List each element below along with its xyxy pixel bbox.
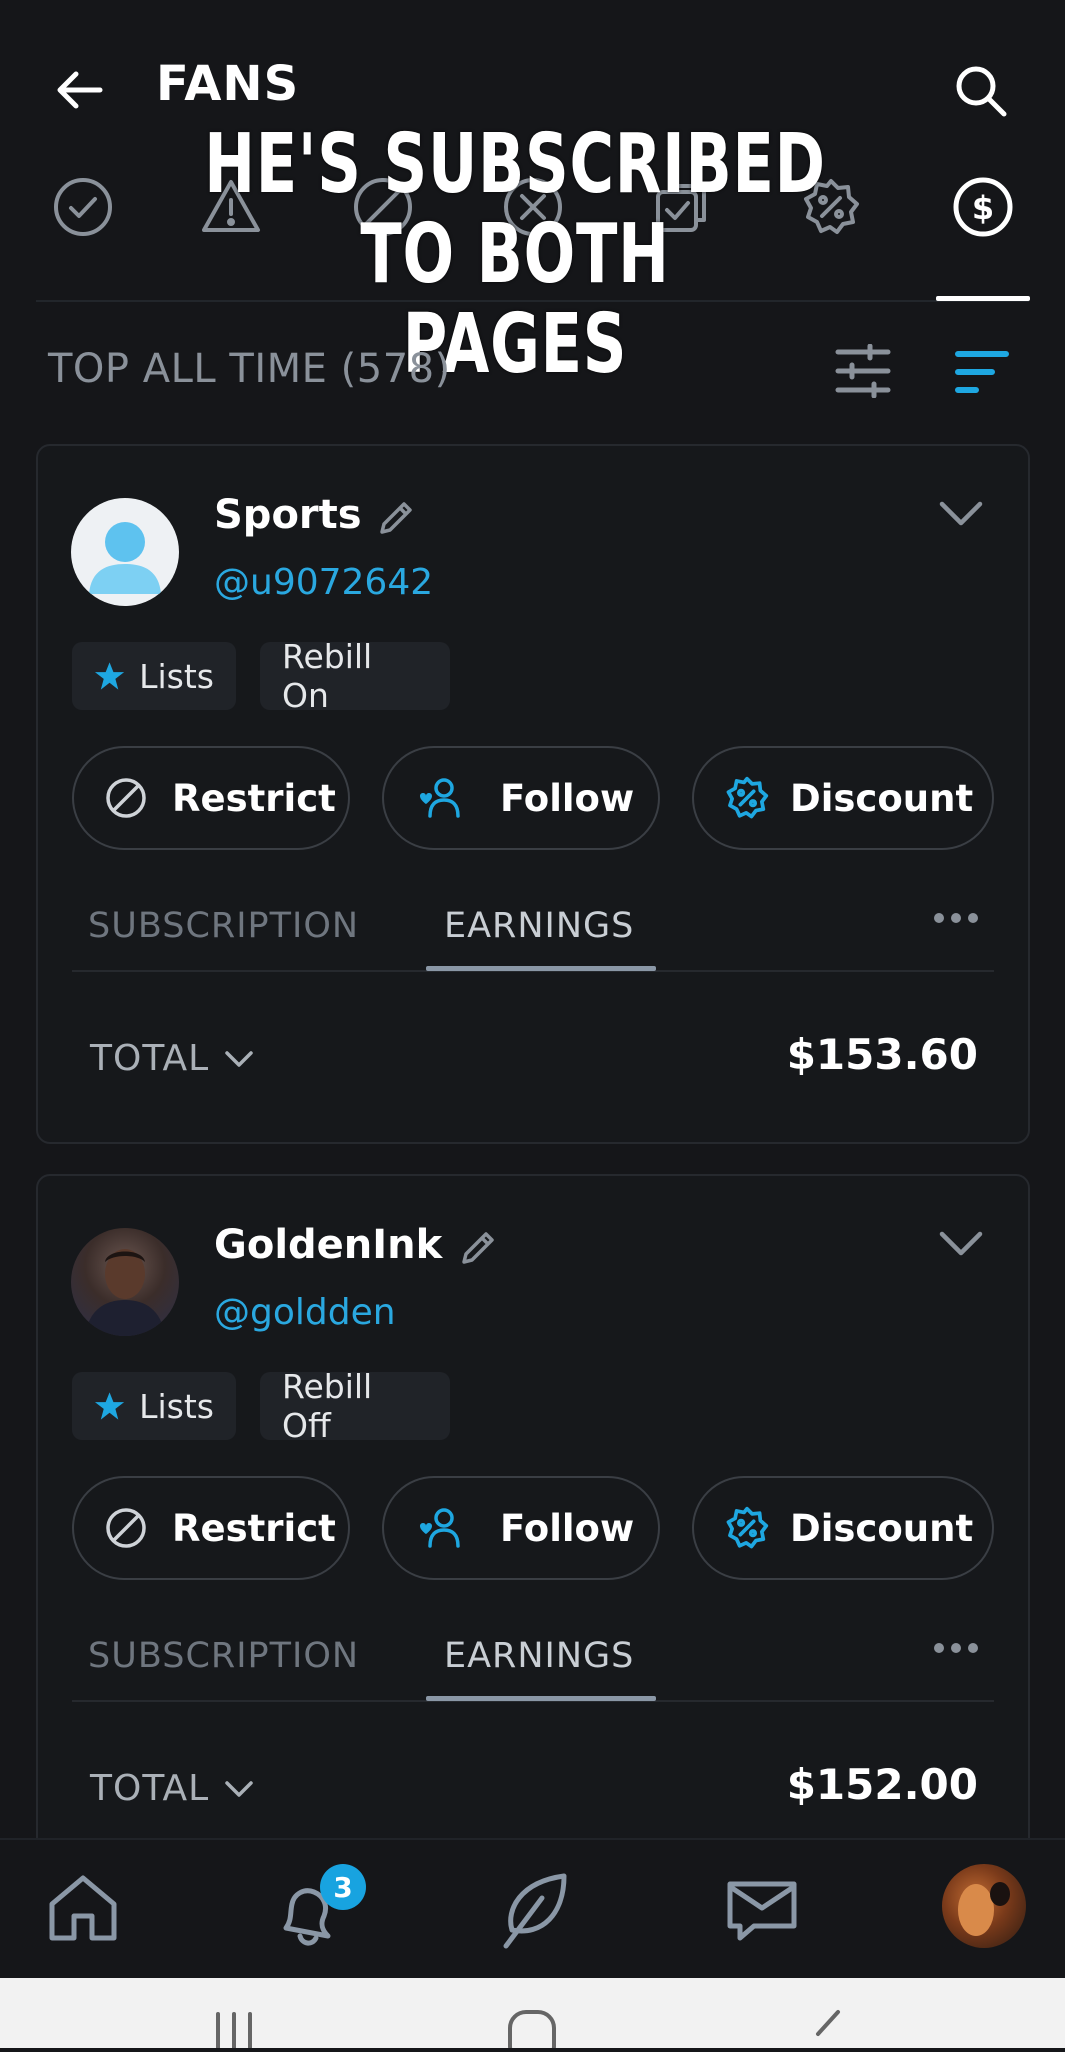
follow-label: Follow: [500, 1506, 635, 1550]
rebill-status: Rebill On: [260, 637, 450, 715]
edit-name-icon[interactable]: [456, 1226, 500, 1270]
chevron-down-icon[interactable]: [938, 1228, 984, 1262]
total-toggle[interactable]: TOTAL: [90, 1038, 255, 1079]
chevron-down-icon: [225, 1050, 253, 1067]
system-nav-bar: [0, 1978, 1065, 2052]
discount-icon: [726, 1506, 769, 1549]
filter-earnings-icon[interactable]: $: [952, 176, 1014, 242]
rebill-status: Rebill Off: [260, 1367, 450, 1445]
follow-button[interactable]: Follow: [382, 1476, 660, 1580]
lists-pill[interactable]: Lists: [72, 642, 236, 710]
fan-handle[interactable]: @goldden: [214, 1292, 396, 1333]
page-title: FANS: [156, 56, 300, 112]
follow-user-icon: [420, 778, 460, 818]
rebill-label: Rebill Off: [282, 1367, 373, 1445]
fan-name: GoldenInk: [214, 1222, 443, 1268]
bottom-nav: 3: [0, 1838, 1065, 1980]
notification-badge: 3: [320, 1864, 366, 1910]
restrict-label: Restrict: [172, 776, 336, 820]
chevron-down-icon: [225, 1780, 253, 1797]
discount-button[interactable]: Discount: [692, 1476, 994, 1580]
star-icon: [94, 1392, 125, 1420]
restrict-icon: [106, 1508, 146, 1548]
follow-label: Follow: [500, 776, 635, 820]
add-post-leaf-icon[interactable]: [498, 1870, 572, 1954]
fan-handle[interactable]: @u9072642: [214, 562, 433, 603]
restrict-button[interactable]: Restrict: [72, 1476, 350, 1580]
total-toggle[interactable]: TOTAL: [90, 1768, 255, 1809]
total-label: TOTAL: [90, 1768, 210, 1809]
rebill-label: Rebill On: [282, 637, 373, 715]
tab-earnings[interactable]: EARNINGS: [444, 1636, 634, 1676]
filter-active-icon[interactable]: [52, 176, 114, 242]
home-icon[interactable]: [46, 1870, 120, 1948]
caption-line-1: HE'S SUBSCRIBED TO BOTH: [204, 117, 826, 302]
restrict-label: Restrict: [172, 1506, 336, 1550]
star-icon: [94, 662, 125, 690]
fan-card: GoldenInk @goldden Lists Rebill Off Rest…: [36, 1174, 1030, 1874]
messages-icon[interactable]: [724, 1876, 800, 1950]
recent-apps-icon[interactable]: [212, 2008, 256, 2052]
home-button-icon[interactable]: [506, 2008, 558, 2052]
back-button-icon[interactable]: [808, 2008, 848, 2052]
follow-button[interactable]: Follow: [382, 746, 660, 850]
fan-name: Sports: [214, 492, 362, 538]
fan-card: Sports @u9072642 Lists Rebill On Restric…: [36, 444, 1030, 1144]
earnings-tab-underline: [426, 966, 656, 971]
lists-label: Lists: [139, 1386, 214, 1426]
discount-label: Discount: [790, 1506, 974, 1550]
search-icon[interactable]: [952, 62, 1010, 120]
tab-earnings[interactable]: EARNINGS: [444, 906, 634, 946]
lists-pill[interactable]: Lists: [72, 1372, 236, 1440]
avatar[interactable]: [71, 1228, 179, 1336]
lists-label: Lists: [139, 656, 214, 696]
active-tab-indicator: [936, 296, 1030, 301]
chevron-down-icon[interactable]: [938, 498, 984, 532]
edit-name-icon[interactable]: [374, 496, 418, 540]
avatar[interactable]: [71, 498, 179, 606]
sliders-icon[interactable]: [834, 344, 892, 398]
discount-icon: [726, 776, 769, 819]
restrict-button[interactable]: Restrict: [72, 746, 350, 850]
earnings-tab-underline: [426, 1696, 656, 1701]
profile-avatar[interactable]: [942, 1864, 1026, 1948]
back-arrow-icon[interactable]: [52, 62, 108, 118]
svg-text:$: $: [972, 189, 994, 227]
tab-subscription[interactable]: SUBSCRIPTION: [88, 1636, 359, 1676]
sort-icon[interactable]: [954, 348, 1010, 396]
discount-button[interactable]: Discount: [692, 746, 994, 850]
tab-subscription[interactable]: SUBSCRIPTION: [88, 906, 359, 946]
total-label: TOTAL: [90, 1038, 210, 1079]
follow-user-icon: [420, 1508, 460, 1548]
total-amount: $152.00: [786, 1760, 978, 1809]
more-options-icon[interactable]: [932, 1640, 980, 1659]
card-tabs: SUBSCRIPTION EARNINGS: [72, 896, 994, 972]
discount-label: Discount: [790, 776, 974, 820]
section-title: TOP ALL TIME (578): [48, 346, 451, 392]
total-amount: $153.60: [786, 1030, 978, 1079]
more-options-icon[interactable]: [932, 910, 980, 929]
card-tabs: SUBSCRIPTION EARNINGS: [72, 1626, 994, 1702]
restrict-icon: [106, 778, 146, 818]
